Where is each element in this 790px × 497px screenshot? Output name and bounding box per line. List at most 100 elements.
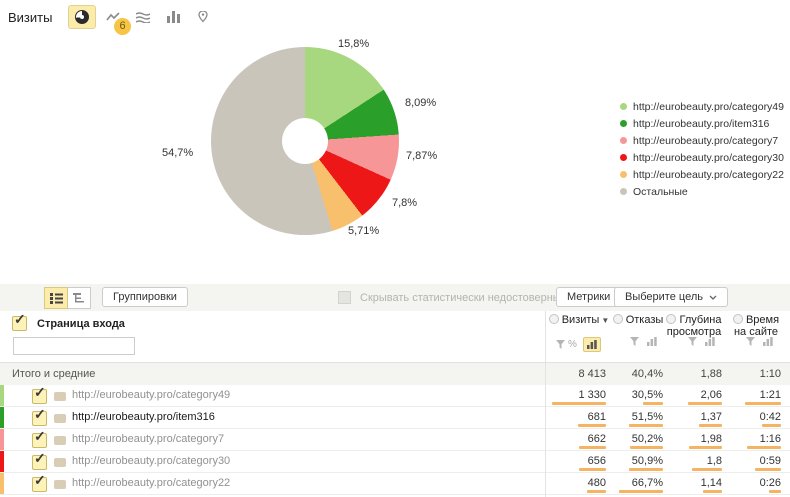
value-bar [688, 402, 722, 405]
table-row[interactable]: ✓ http://eurobeauty.pro/category22 480 6… [0, 473, 790, 495]
cell-visits: 480 [588, 477, 606, 489]
row-url-link[interactable]: http://eurobeauty.pro/category22 [72, 477, 230, 489]
row-color-strip [0, 407, 4, 428]
value-bar [745, 402, 781, 405]
cell-time: 1:21 [760, 389, 781, 401]
chart-metric-label: Визиты [8, 10, 52, 25]
groupings-count-badge: 6 [114, 18, 131, 35]
column-header-depth[interactable]: Глубина просмотра [664, 314, 724, 338]
dimension-checkbox[interactable]: ✓ [12, 316, 27, 331]
pie-slice-label: 8,09% [405, 97, 436, 109]
view-pie-button[interactable] [68, 5, 96, 29]
row-url-link[interactable]: http://eurobeauty.pro/category49 [72, 389, 230, 401]
funnel-icon[interactable] [556, 340, 565, 349]
column-header-bounce[interactable]: Отказы [612, 314, 664, 326]
value-bar [630, 446, 663, 449]
legend-dot-icon [620, 154, 627, 161]
row-checkbox[interactable]: ✓ [32, 389, 47, 404]
row-checkbox[interactable]: ✓ [32, 455, 47, 470]
legend-label: http://eurobeauty.pro/category7 [633, 135, 778, 147]
row-checkbox[interactable]: ✓ [32, 411, 47, 426]
cell-bounce: 30,5% [632, 389, 663, 401]
legend-label: http://eurobeauty.pro/item316 [633, 118, 769, 130]
goal-select-dropdown[interactable]: Выберите цель [614, 287, 728, 307]
favicon-placeholder-icon [54, 480, 66, 489]
cell-depth: 1,8 [707, 455, 722, 467]
bar-mode-icon[interactable] [763, 337, 773, 346]
table-row[interactable]: ✓ http://eurobeauty.pro/item316 681 51,5… [0, 407, 790, 429]
view-map-button[interactable] [190, 6, 216, 28]
legend-dot-icon [620, 171, 627, 178]
legend-item[interactable]: http://eurobeauty.pro/item316 [620, 115, 784, 132]
row-url-link[interactable]: http://eurobeauty.pro/category30 [72, 455, 230, 467]
row-url-link[interactable]: http://eurobeauty.pro/item316 [72, 411, 215, 423]
tree-view-icon [73, 293, 85, 304]
cell-visits: 681 [588, 411, 606, 423]
checkmark-icon: ✓ [34, 406, 46, 423]
view-columns-button[interactable] [160, 6, 186, 28]
checkmark-icon: ✓ [14, 311, 26, 328]
legend-item[interactable]: Остальные [620, 183, 784, 200]
table-row[interactable]: ✓ http://eurobeauty.pro/category30 656 5… [0, 451, 790, 473]
percent-mode-icon[interactable]: % [568, 339, 577, 350]
value-bar [703, 490, 722, 493]
legend-item[interactable]: http://eurobeauty.pro/category22 [620, 166, 784, 183]
table-controls-band: Группировки Скрывать статистически недос… [0, 284, 790, 311]
bar-mode-selected-icon[interactable] [583, 337, 601, 352]
totals-bounce: 40,4% [613, 368, 663, 380]
cell-depth: 1,37 [701, 411, 722, 423]
metrics-button[interactable]: Метрики [556, 287, 621, 307]
goal-select-label: Выберите цель [625, 291, 703, 303]
view-stacked-button[interactable] [130, 6, 156, 28]
favicon-placeholder-icon [54, 414, 66, 423]
dimension-row: ✓ Страница входа [12, 316, 125, 331]
column-header-time[interactable]: Время на сайте [728, 314, 784, 338]
time-column-tools [746, 337, 773, 346]
row-color-strip [0, 429, 4, 450]
value-bar [552, 402, 606, 405]
bar-mode-icon[interactable] [647, 337, 657, 346]
legend-item[interactable]: http://eurobeauty.pro/category49 [620, 98, 784, 115]
value-bar [579, 468, 606, 471]
sort-desc-icon: ▼ [601, 316, 609, 325]
cell-depth: 2,06 [701, 389, 722, 401]
favicon-placeholder-icon [54, 458, 66, 467]
tree-view-button[interactable] [68, 287, 91, 309]
legend-dot-icon [620, 188, 627, 195]
row-checkbox[interactable]: ✓ [32, 477, 47, 492]
cell-bounce: 50,9% [632, 455, 663, 467]
flat-list-view-button[interactable] [44, 287, 68, 309]
row-checkbox[interactable]: ✓ [32, 433, 47, 448]
column-header-visits[interactable]: Визиты▼ [548, 314, 610, 327]
stacked-area-icon [136, 12, 150, 23]
checkmark-icon: ✓ [34, 428, 46, 445]
cell-visits: 656 [588, 455, 606, 467]
cell-bounce: 50,2% [632, 433, 663, 445]
groupings-button[interactable]: Группировки [102, 287, 188, 307]
checkmark-icon: ✓ [34, 450, 46, 467]
bar-mode-icon[interactable] [705, 337, 715, 346]
funnel-icon[interactable] [688, 337, 697, 346]
legend-label: http://eurobeauty.pro/category22 [633, 169, 784, 181]
totals-visits: 8 413 [536, 368, 606, 380]
value-bar [689, 446, 722, 449]
cell-depth: 1,98 [701, 433, 722, 445]
metrica-report-page: Визиты 15,8% 8,09% 7,87% 7,8% 5,71% [0, 0, 790, 497]
url-filter-input[interactable] [13, 337, 135, 355]
row-color-strip [0, 451, 4, 472]
row-color-strip [0, 473, 4, 494]
depth-column-tools [688, 337, 715, 346]
row-url-link[interactable]: http://eurobeauty.pro/category7 [72, 433, 224, 445]
pie-slice-label: 7,8% [392, 197, 417, 209]
legend-item[interactable]: http://eurobeauty.pro/category7 [620, 132, 784, 149]
cell-depth: 1,14 [701, 477, 722, 489]
funnel-icon[interactable] [746, 337, 755, 346]
chart-legend: http://eurobeauty.pro/category49 http://… [620, 98, 784, 200]
chevron-down-icon [709, 295, 717, 300]
table-row[interactable]: ✓ http://eurobeauty.pro/category7 662 50… [0, 429, 790, 451]
funnel-icon[interactable] [630, 337, 639, 346]
dimension-label: Страница входа [37, 318, 125, 330]
pie-chart-icon [75, 10, 89, 24]
table-row[interactable]: ✓ http://eurobeauty.pro/category49 1 330… [0, 385, 790, 407]
legend-item[interactable]: http://eurobeauty.pro/category30 [620, 149, 784, 166]
